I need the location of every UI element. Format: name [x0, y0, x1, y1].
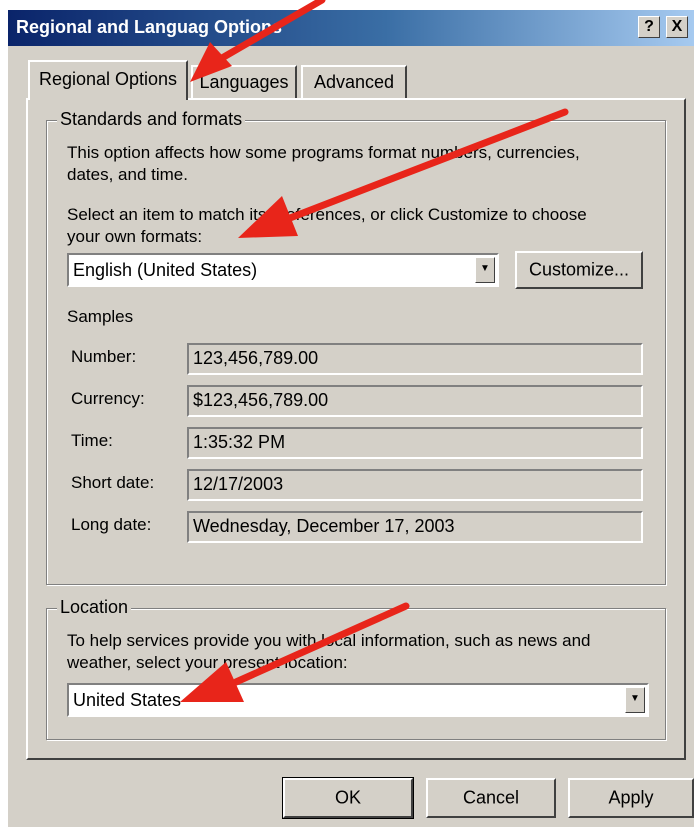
tab-label: Languages — [199, 72, 289, 92]
ok-button-label: OK — [334, 787, 361, 808]
customize-button-label: Customize... — [528, 259, 630, 280]
location-description-line1: To help services provide you with local … — [67, 631, 591, 650]
location-legend: Location — [57, 597, 132, 618]
chevron-down-icon[interactable]: ▼ — [475, 257, 495, 283]
apply-button[interactable]: Apply — [568, 778, 694, 818]
tab-languages[interactable]: Languages — [191, 65, 297, 98]
sample-value-short-date: 12/17/2003 — [187, 469, 643, 501]
locale-select[interactable]: English (United States) ▼ — [67, 253, 499, 287]
close-button[interactable]: X — [666, 16, 688, 38]
customize-button[interactable]: Customize... — [515, 251, 643, 289]
tab-regional-options[interactable]: Regional Options — [28, 60, 188, 100]
dialog-window: Regional and Languag Options ? X Regiona… — [8, 10, 694, 827]
help-icon: ? — [644, 18, 654, 35]
sample-label-short-date: Short date: — [71, 473, 155, 492]
samples-label: Samples — [67, 307, 134, 326]
ok-button[interactable]: OK — [282, 777, 414, 819]
close-icon: X — [671, 18, 683, 35]
sample-label-time: Time: — [71, 431, 113, 450]
chevron-down-icon[interactable]: ▼ — [625, 687, 645, 713]
select-prompt-line1: Select an item to match its preferences,… — [67, 205, 587, 224]
tab-label: Advanced — [313, 72, 395, 92]
title-bar: Regional and Languag Options ? X — [8, 10, 694, 46]
tab-advanced[interactable]: Advanced — [301, 65, 407, 98]
standards-description-line1: This option affects how some programs fo… — [67, 143, 580, 162]
sample-value-time: 1:35:32 PM — [187, 427, 643, 459]
apply-button-label: Apply — [608, 787, 654, 808]
cancel-button-label: Cancel — [462, 787, 520, 808]
select-prompt-line2: your own formats: — [67, 227, 203, 246]
sample-label-long-date: Long date: — [71, 515, 152, 534]
tab-panel: Standards and formats This option affect… — [26, 98, 686, 760]
sample-label-currency: Currency: — [71, 389, 145, 408]
cancel-button[interactable]: Cancel — [426, 778, 556, 818]
location-description-line2: weather, select your present location: — [67, 653, 348, 672]
location-group: Location To help services provide you wi… — [46, 597, 666, 740]
standards-legend: Standards and formats — [57, 109, 246, 130]
tab-label: Regional Options — [38, 69, 178, 89]
sample-value-number: 123,456,789.00 — [187, 343, 643, 375]
standards-group: Standards and formats This option affect… — [46, 109, 666, 585]
location-select-value: United States — [73, 690, 182, 710]
sample-label-number: Number: — [71, 347, 137, 366]
sample-value-long-date: Wednesday, December 17, 2003 — [187, 511, 643, 543]
window-title: Regional and Languag Options — [16, 17, 283, 37]
help-button[interactable]: ? — [638, 16, 660, 38]
location-select[interactable]: United States ▼ — [67, 683, 649, 717]
standards-description-line2: dates, and time. — [67, 165, 188, 184]
sample-value-currency: $123,456,789.00 — [187, 385, 643, 417]
locale-select-value: English (United States) — [73, 260, 258, 280]
